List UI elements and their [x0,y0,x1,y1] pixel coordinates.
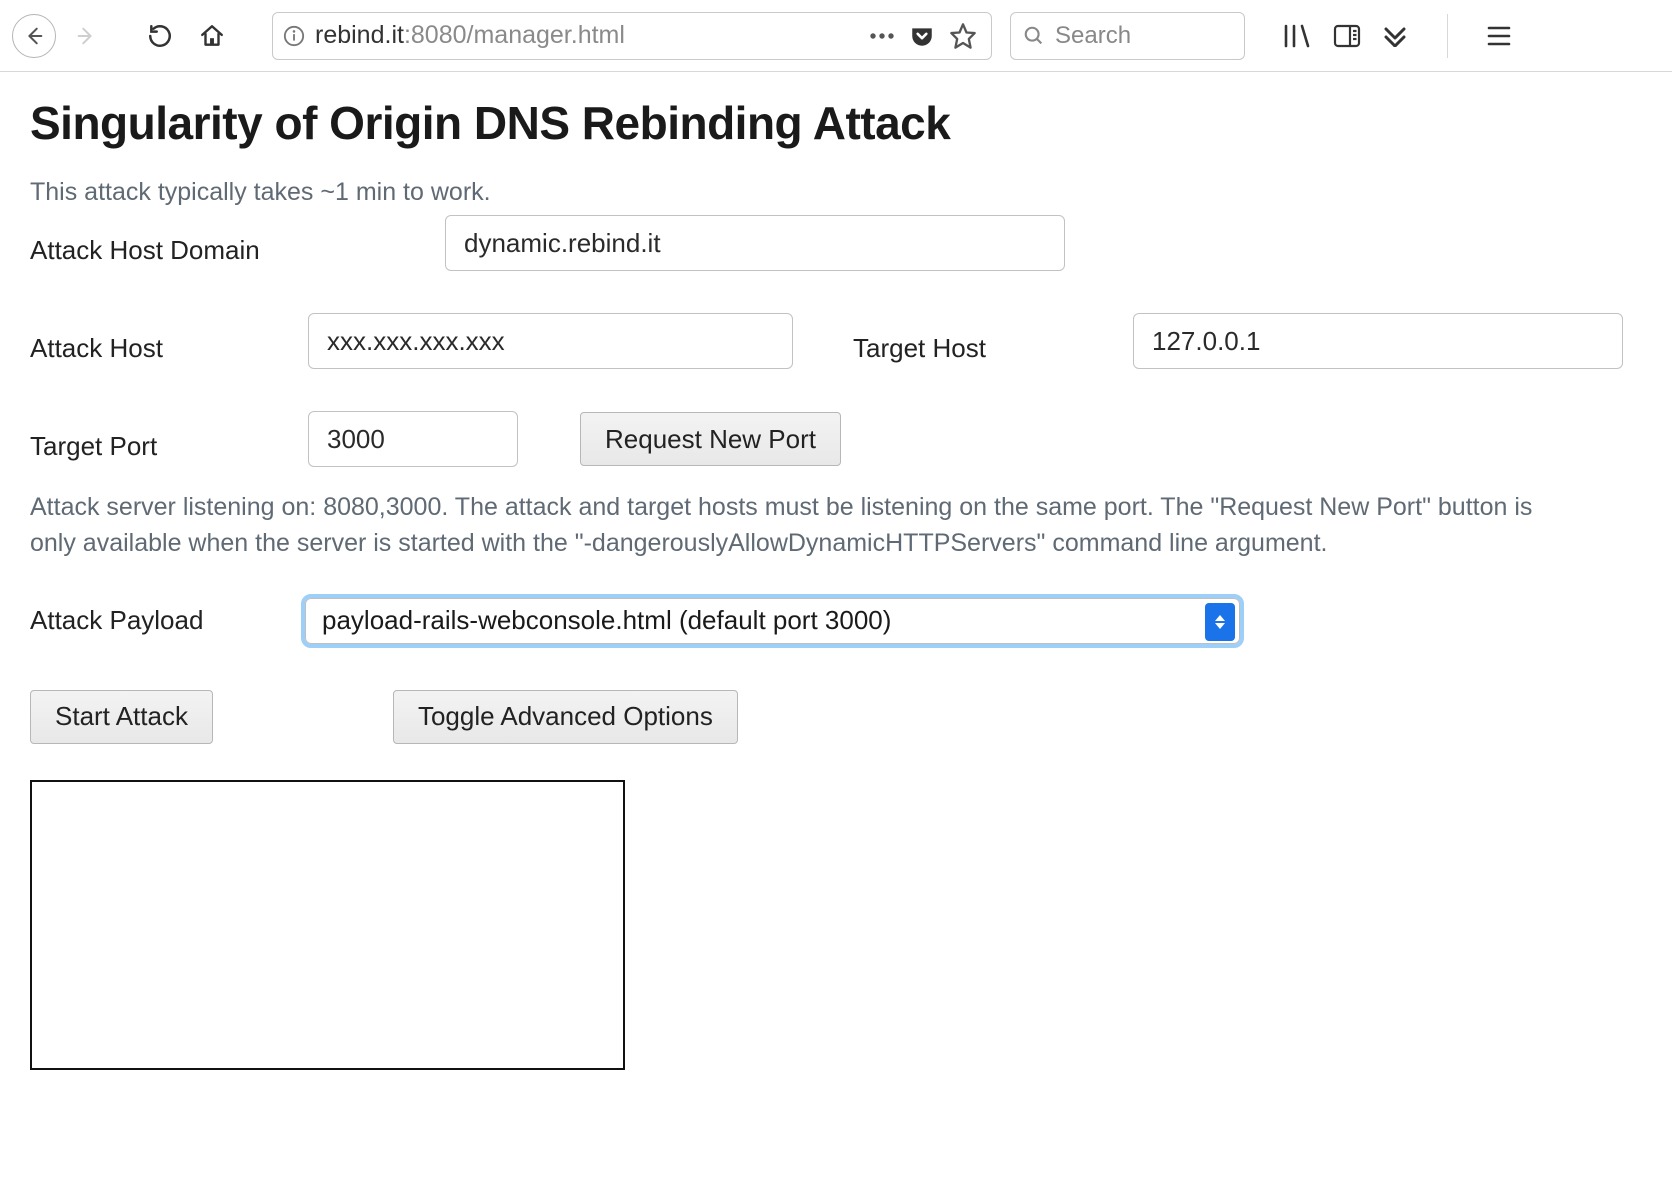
back-button[interactable] [12,14,56,58]
address-bar[interactable]: rebind.it:8080/manager.html [272,12,992,60]
search-bar[interactable]: Search [1010,12,1245,60]
page-content: Singularity of Origin DNS Rebinding Atta… [0,72,1672,1088]
search-icon [1023,25,1045,47]
sidebar-icon[interactable] [1333,23,1361,49]
start-attack-button[interactable]: Start Attack [30,690,213,744]
page-title: Singularity of Origin DNS Rebinding Atta… [30,96,1642,150]
page-subtitle: This attack typically takes ~1 min to wo… [30,178,1642,207]
search-placeholder: Search [1055,22,1131,50]
output-box [30,780,625,1070]
attack-payload-value: payload-rails-webconsole.html (default p… [322,605,891,636]
more-icon[interactable] [869,31,895,41]
toggle-advanced-button[interactable]: Toggle Advanced Options [393,690,738,744]
label-attack-payload: Attack Payload [30,605,285,636]
info-icon [283,25,305,47]
label-attack-host-domain: Attack Host Domain [30,221,445,266]
port-helptext: Attack server listening on: 8080,3000. T… [30,489,1570,562]
star-icon[interactable] [949,22,977,50]
select-chevron-icon [1205,603,1235,641]
attack-host-domain-input[interactable] [445,215,1065,271]
library-icon[interactable] [1283,23,1311,49]
forward-button[interactable] [64,14,108,58]
label-target-host: Target Host [853,319,1133,364]
overflow-icon[interactable] [1383,25,1409,47]
menu-icon[interactable] [1486,25,1512,47]
request-new-port-button[interactable]: Request New Port [580,412,841,466]
pocket-icon[interactable] [909,23,935,49]
reload-button[interactable] [138,14,182,58]
label-attack-host: Attack Host [30,319,308,364]
label-target-port: Target Port [30,417,308,462]
toolbar-divider [1447,14,1448,58]
attack-payload-select[interactable]: payload-rails-webconsole.html (default p… [305,598,1240,644]
home-button[interactable] [190,14,234,58]
url-text: rebind.it:8080/manager.html [315,21,859,50]
target-host-input[interactable] [1133,313,1623,369]
attack-host-input[interactable] [308,313,793,369]
browser-toolbar: rebind.it:8080/manager.html Search [0,0,1672,72]
target-port-input[interactable] [308,411,518,467]
